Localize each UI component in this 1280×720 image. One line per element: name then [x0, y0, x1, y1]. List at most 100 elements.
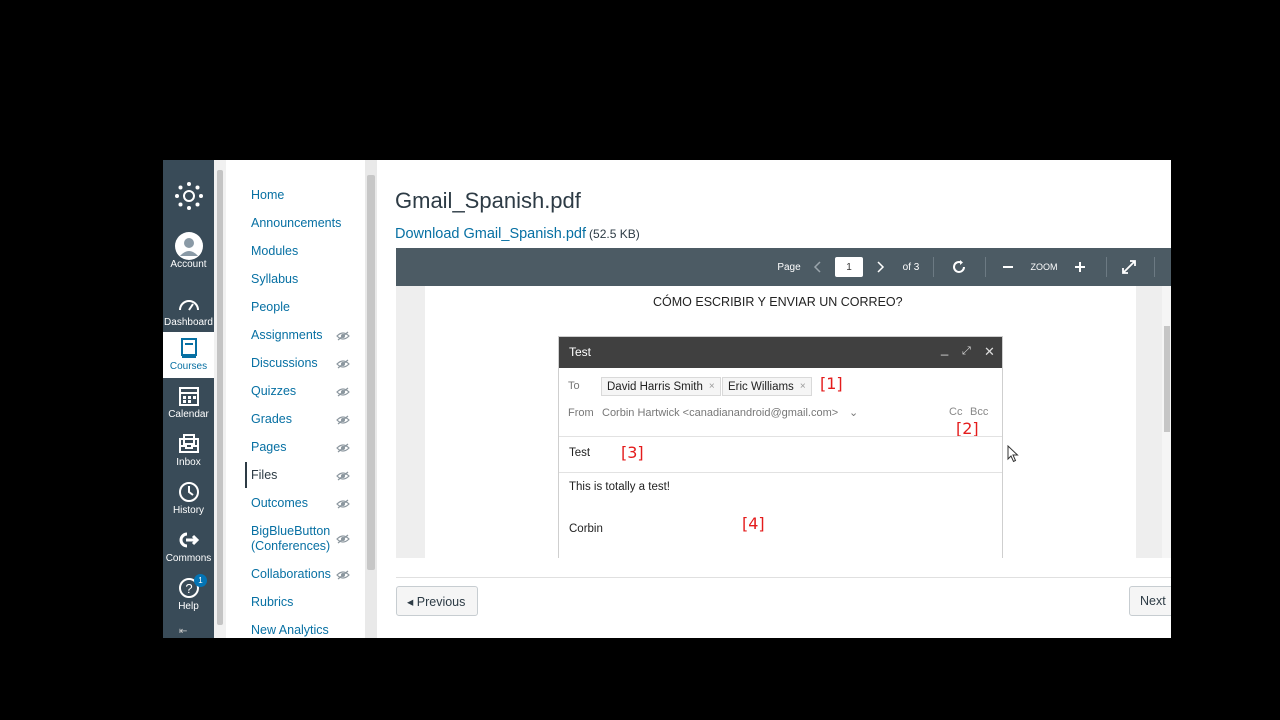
global-nav-account[interactable]: Account [163, 232, 214, 280]
course-nav-label: BigBlueButton [251, 524, 331, 538]
global-nav-label: Courses [169, 361, 208, 372]
next-page-button[interactable] [871, 248, 891, 286]
course-nav-item[interactable]: Quizzes [251, 384, 296, 399]
page-number-input[interactable]: 1 [835, 257, 863, 277]
global-nav-history[interactable]: History [163, 480, 214, 526]
file-size: (52.5 KB) [589, 227, 640, 241]
subject-line: Test [569, 447, 591, 459]
course-nav-item[interactable]: Outcomes [251, 496, 308, 511]
course-nav-label: Modules [251, 244, 299, 258]
divider [559, 472, 1002, 473]
annotation-marker: [3] [621, 443, 644, 462]
rotate-icon [953, 260, 965, 273]
course-nav-label: Rubrics [251, 595, 294, 609]
cc-label: Cc [949, 406, 963, 418]
svg-text:?: ? [185, 581, 192, 596]
download-link-label[interactable]: Download Gmail_Spanish.pdf [395, 226, 586, 242]
toolbar-divider [933, 257, 934, 277]
global-nav-courses[interactable]: Courses [163, 332, 214, 378]
pdf-scrollbar-thumb[interactable] [1164, 326, 1170, 432]
course-nav-item[interactable]: Rubrics [251, 595, 293, 610]
course-nav-item[interactable]: Grades [251, 412, 292, 427]
global-nav-label: History [172, 505, 205, 516]
page-label: Page [777, 261, 801, 273]
course-nav-item[interactable]: Files [251, 468, 277, 483]
recipient-name: Eric Williams [728, 380, 794, 393]
dashboard-icon [178, 292, 200, 316]
remove-icon: × [708, 381, 715, 392]
toolbar-divider [985, 257, 986, 277]
global-nav-calendar[interactable]: Calendar [163, 384, 214, 430]
help-badge: 1 [194, 574, 207, 587]
course-nav-item[interactable]: Syllabus [251, 272, 298, 287]
expand-icon [1122, 260, 1136, 274]
zoom-out-button[interactable] [997, 248, 1019, 286]
next-button[interactable]: Next [1129, 586, 1171, 616]
browser-screen: Account Dashboard Courses Calendar Inbox [163, 160, 1171, 638]
global-nav-commons[interactable]: Commons [163, 528, 214, 574]
zoom-label: ZOOM [1030, 262, 1058, 272]
signature-line: Corbin [569, 523, 603, 535]
course-nav-label: Home [251, 188, 285, 202]
course-nav-label: Grades [251, 412, 292, 426]
course-nav-item[interactable]: BigBlueButton (Conferences) [251, 524, 330, 554]
course-nav-item[interactable]: Assignments [251, 328, 323, 343]
global-nav-inbox[interactable]: Inbox [163, 432, 214, 478]
compose-header: Test _ ⤢ ✕ [559, 337, 1002, 368]
pdf-page: CÓMO ESCRIBIR Y ENVIAR UN CORREO? Test _… [425, 286, 1136, 558]
mouse-cursor-icon [1007, 444, 1019, 468]
course-nav-scrollbar-thumb[interactable] [367, 175, 375, 570]
course-nav-item[interactable]: People [251, 300, 290, 315]
document-heading: CÓMO ESCRIBIR Y ENVIAR UN CORREO? [653, 295, 903, 309]
hidden-eye-icon [336, 534, 350, 544]
collapse-nav-icon[interactable]: ⇤ [179, 626, 187, 637]
rotate-button[interactable] [948, 248, 970, 286]
global-nav: Account Dashboard Courses Calendar Inbox [163, 160, 214, 638]
course-nav-item[interactable]: Pages [251, 440, 286, 455]
course-nav-label: Discussions [251, 356, 318, 370]
body-line: This is totally a test! [569, 481, 670, 493]
courses-icon [180, 336, 198, 360]
inbox-icon [178, 432, 199, 456]
global-nav-label: Account [170, 259, 207, 270]
previous-button[interactable]: ◂ Previous [396, 586, 478, 616]
nav-scrollbar[interactable] [214, 160, 226, 638]
fullscreen-button[interactable] [1118, 248, 1140, 286]
course-nav-label: Collaborations [251, 567, 331, 581]
course-nav-scrollbar[interactable] [365, 160, 377, 638]
minus-icon [1003, 266, 1013, 268]
hidden-eye-icon [336, 471, 350, 481]
active-indicator [245, 462, 247, 488]
download-link[interactable]: Download Gmail_Spanish.pdf (52.5 KB) [395, 226, 640, 242]
global-nav-label: Dashboard [164, 317, 213, 328]
annotation-marker: [1] [820, 374, 843, 393]
hidden-eye-icon [336, 359, 350, 369]
course-nav-item[interactable]: Home [251, 188, 284, 203]
course-nav-item[interactable]: Discussions [251, 356, 318, 371]
course-nav-label: Files [251, 468, 278, 482]
course-nav-item[interactable]: Modules [251, 244, 298, 259]
hidden-eye-icon [336, 415, 350, 425]
global-nav-label: Inbox [176, 457, 201, 468]
course-nav-label: (Conferences) [251, 539, 331, 553]
hidden-eye-icon [336, 387, 350, 397]
canvas-logo-icon[interactable] [163, 178, 214, 214]
recipient-name: David Harris Smith [607, 380, 703, 393]
toolbar-divider [1106, 257, 1107, 277]
pdf-scrollbar[interactable] [1162, 286, 1171, 558]
minimize-icon: _ [941, 341, 949, 356]
course-nav-item[interactable]: New Analytics [251, 623, 329, 638]
compose-title: Test [569, 345, 592, 359]
hidden-eye-icon [336, 499, 350, 509]
course-nav-item[interactable]: Collaborations [251, 567, 331, 582]
from-label: From [568, 407, 594, 419]
history-icon [178, 480, 200, 504]
zoom-in-button[interactable] [1069, 248, 1091, 286]
prev-page-button[interactable] [807, 248, 827, 286]
course-nav-label: Announcements [251, 216, 342, 230]
course-nav-item[interactable]: Announcements [251, 216, 341, 231]
nav-scrollbar-thumb[interactable] [217, 170, 223, 625]
course-nav-label: Outcomes [251, 496, 308, 510]
divider [396, 577, 1171, 578]
course-nav-label: People [251, 300, 290, 314]
